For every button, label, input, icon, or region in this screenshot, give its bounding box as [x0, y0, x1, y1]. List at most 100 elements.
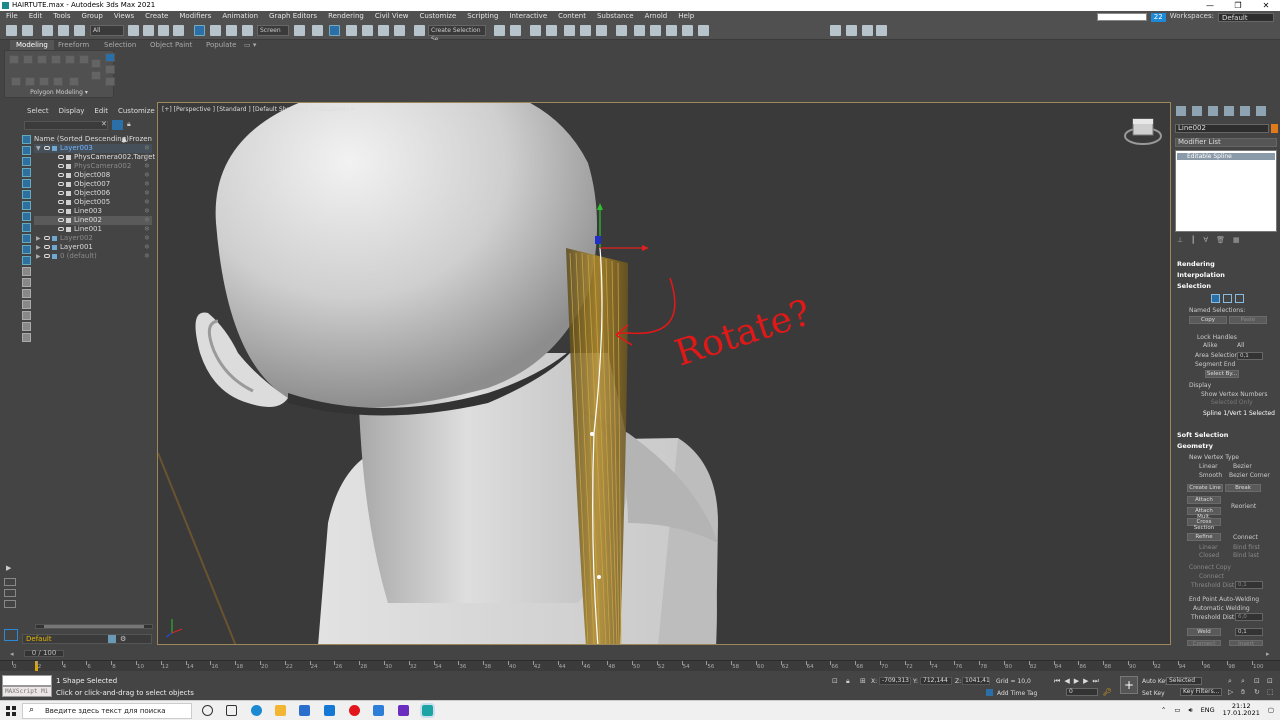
orbit-icon[interactable]: ↻ [1254, 688, 1265, 697]
automatic-welding-checkbox[interactable]: Automatic Welding [1193, 605, 1250, 612]
frozen-toggle-icon[interactable]: ❄ [144, 216, 150, 225]
3ds-max-taskbar-icon[interactable] [420, 703, 435, 718]
rollout-geometry[interactable]: Geometry [1177, 442, 1213, 450]
explorer-scrollbar[interactable] [35, 624, 153, 629]
scene-tree-row[interactable]: ▶ Layer001 ❄ [34, 243, 152, 252]
menu-rendering[interactable]: Rendering [328, 11, 364, 22]
arnold-render-icon[interactable] [698, 25, 709, 36]
menu-animation[interactable]: Animation [222, 11, 258, 22]
key-mode-icon[interactable]: 🔑︎ [1103, 688, 1112, 696]
explorer-menu-customize[interactable]: Customize [118, 107, 155, 115]
zoom-all-icon[interactable]: ⌕ [1241, 677, 1252, 686]
app-icon[interactable] [398, 705, 409, 716]
time-slider-next-icon[interactable]: ▸ [1266, 650, 1270, 658]
keyboard-shortcut-override-icon[interactable] [329, 25, 340, 36]
unlink-icon[interactable] [58, 25, 69, 36]
scene-tree-row[interactable]: Line001 ❄ [34, 225, 152, 234]
word-icon[interactable] [373, 705, 384, 716]
previous-frame-icon[interactable]: ◀ [1064, 677, 1069, 686]
break-button[interactable]: Break [1225, 484, 1261, 492]
scene-tree-row[interactable]: PhysCamera002 ❄ [34, 162, 152, 171]
visibility-eye-icon[interactable] [58, 164, 64, 168]
ribbon-tool-icon[interactable] [91, 71, 101, 80]
taskbar-search-input[interactable]: Введите здесь текст для поиска [22, 703, 192, 719]
select-scale-icon[interactable] [226, 25, 237, 36]
display-all-icon[interactable] [22, 267, 31, 276]
vertex-subobject-icon[interactable] [1211, 294, 1220, 303]
selection-lock-icon[interactable]: 🔒︎ [846, 677, 850, 686]
reorient-checkbox[interactable]: Reorient [1231, 503, 1256, 510]
lock-handles-checkbox[interactable]: Lock Handles [1197, 334, 1237, 341]
lock-icon[interactable]: 🔒︎ [127, 120, 131, 129]
close-button[interactable]: ✕ [1252, 0, 1280, 11]
visibility-eye-icon[interactable] [44, 236, 50, 240]
mail-icon[interactable] [324, 705, 335, 716]
find-icon[interactable] [22, 300, 31, 309]
alike-radio[interactable]: Alike [1203, 342, 1217, 349]
maximize-button[interactable]: ❐ [1224, 0, 1252, 11]
display-groups-icon[interactable] [22, 201, 31, 210]
display-lights-icon[interactable] [22, 157, 31, 166]
y-coordinate-field[interactable]: 712,144 [920, 677, 952, 685]
input-language[interactable]: ENG [1201, 706, 1215, 714]
tray-overflow-icon[interactable]: ⌃ [1161, 706, 1166, 714]
store-icon[interactable] [299, 705, 310, 716]
windows-start-icon[interactable] [6, 706, 16, 716]
linear-radio[interactable]: Linear [1199, 463, 1218, 470]
tab-populate[interactable]: Populate [206, 40, 236, 50]
frozen-toggle-icon[interactable]: ❄ [144, 252, 150, 261]
explorer-menu-edit[interactable]: Edit [94, 107, 108, 115]
modifier-list-dropdown[interactable]: Modifier List [1175, 138, 1277, 147]
select-object-icon[interactable] [128, 25, 139, 36]
ribbon-tool-icon[interactable] [91, 59, 101, 68]
scene-tree-row[interactable]: ▼ Layer003 ❄ [34, 144, 152, 153]
menu-file[interactable]: File [6, 11, 18, 22]
object-color-swatch[interactable] [1271, 124, 1278, 133]
display-hidden-icon[interactable] [22, 256, 31, 265]
display-helpers-icon[interactable] [22, 179, 31, 188]
scene-tree-row[interactable]: Object006 ❄ [34, 189, 152, 198]
frozen-toggle-icon[interactable]: ❄ [144, 171, 150, 180]
ribbon-tool-icon[interactable] [11, 77, 21, 86]
display-tab-icon[interactable] [1240, 106, 1250, 116]
threshold-dist-spinner[interactable]: 0,1 [1235, 581, 1263, 589]
selection-filter-dropdown[interactable]: All [90, 25, 124, 36]
mirror-icon[interactable] [494, 25, 505, 36]
select-move-icon[interactable] [194, 25, 205, 36]
scene-tree-row[interactable]: Line002 ❄ [34, 216, 152, 225]
material-editor-icon[interactable] [616, 25, 627, 36]
frozen-toggle-icon[interactable]: ❄ [144, 198, 150, 207]
area-selection-spinner[interactable]: 0,1 [1237, 352, 1263, 360]
x-coordinate-field[interactable]: -709,313 [879, 677, 911, 685]
spinner-snap-icon[interactable] [394, 25, 405, 36]
display-shapes-icon[interactable] [22, 146, 31, 155]
user-account-field[interactable] [1096, 13, 1147, 21]
scene-tree-row[interactable]: PhysCamera002.Target ❄ [34, 153, 155, 162]
frozen-toggle-icon[interactable]: ❄ [144, 180, 150, 189]
insert-button[interactable]: Insert [1229, 640, 1263, 647]
visibility-eye-icon[interactable] [58, 218, 64, 222]
file-explorer-icon[interactable] [275, 705, 286, 716]
visibility-eye-icon[interactable] [44, 245, 50, 249]
absolute-mode-icon[interactable]: ⊞ [860, 677, 866, 685]
clear-search-icon[interactable]: ✕ [101, 120, 107, 128]
ribbon-tool-icon[interactable] [105, 53, 115, 62]
bezier-corner-radio[interactable]: Bezier Corner [1229, 472, 1270, 479]
bind-first-checkbox[interactable]: Bind first [1233, 544, 1260, 551]
ribbon-tool-icon[interactable] [79, 55, 89, 64]
connect-button[interactable]: Connect [1187, 640, 1221, 647]
bind-space-warp-icon[interactable] [74, 25, 85, 36]
weld-spinner[interactable]: 0,1 [1235, 628, 1263, 636]
render-setup-icon[interactable] [634, 25, 645, 36]
viewport-label[interactable]: [+] [Perspective ] [Standard ] [Default … [162, 106, 356, 113]
project-folder-icon[interactable] [830, 25, 841, 36]
select-manipulate-icon[interactable] [312, 25, 323, 36]
auto-key-button[interactable]: Auto Key [1142, 678, 1169, 685]
show-end-result-icon[interactable]: ┃ [1191, 236, 1195, 244]
visibility-eye-icon[interactable] [44, 254, 50, 258]
render-iterative-icon[interactable] [682, 25, 693, 36]
ribbon-tool-icon[interactable] [51, 55, 61, 64]
window-crossing-icon[interactable] [173, 25, 184, 36]
maxscript-listener[interactable]: MAXScript Mi [2, 686, 52, 697]
frozen-toggle-icon[interactable]: ❄ [144, 189, 150, 198]
